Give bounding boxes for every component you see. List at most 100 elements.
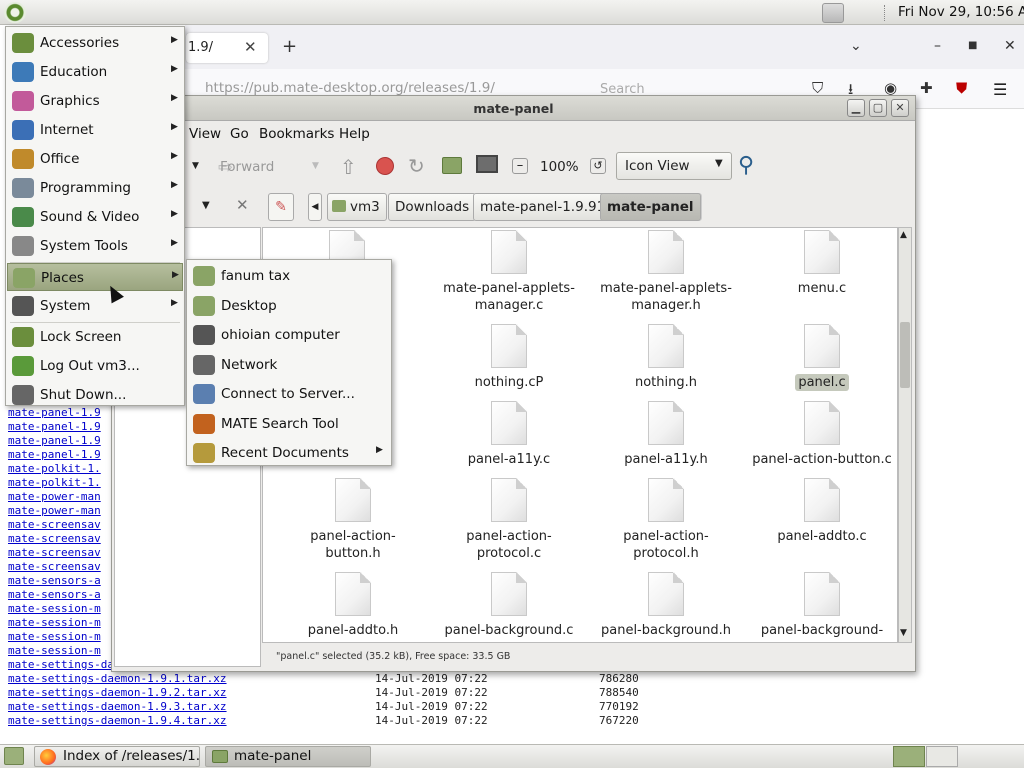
- close-window-icon[interactable]: ✕: [1004, 38, 1016, 54]
- places-icon: [13, 268, 35, 288]
- menu-item-lock[interactable]: Lock Screen: [7, 323, 183, 351]
- places-item-desktop-folder[interactable]: Desktop: [188, 292, 390, 320]
- clock[interactable]: Fri Nov 29, 10:56 AM: [898, 4, 1024, 20]
- file-item[interactable]: panel-background-: [752, 572, 892, 639]
- file-item[interactable]: panel-action-protocol.c: [439, 478, 579, 562]
- url-bar[interactable]: https://pub.mate-desktop.org/releases/1.…: [205, 80, 495, 96]
- menu-item-label: Sound & Video: [40, 209, 140, 225]
- menu-item-internet[interactable]: Internet ▶: [7, 116, 183, 144]
- places-item-folder[interactable]: fanum tax: [188, 262, 390, 290]
- workspace-2[interactable]: [926, 746, 958, 767]
- zoom-level[interactable]: 100%: [540, 159, 579, 175]
- menu-item-system-tools[interactable]: System Tools ▶: [7, 232, 183, 260]
- reload-icon[interactable]: ↻: [408, 154, 425, 178]
- close-button[interactable]: ✕: [891, 99, 909, 117]
- listing-link[interactable]: mate-settings-daemon-1.9.2.tar.xz: [8, 686, 375, 700]
- forward-history-arrow-icon[interactable]: ▼: [312, 161, 319, 171]
- file-name: panel-action-button.h: [310, 529, 396, 561]
- menu-item-shutdown[interactable]: Shut Down...: [7, 381, 183, 409]
- location-toggle-icon[interactable]: ✎: [268, 193, 294, 221]
- close-tab-icon[interactable]: ✕: [244, 38, 257, 56]
- menu-item-graphics[interactable]: Graphics ▶: [7, 87, 183, 115]
- task-caja[interactable]: mate-panel: [205, 746, 371, 767]
- file-item[interactable]: panel-background.h: [596, 572, 736, 639]
- places-item-computer[interactable]: ohioian computer: [188, 321, 390, 349]
- computer-icon[interactable]: [476, 155, 498, 173]
- menu-item-label: System Tools: [40, 238, 128, 254]
- show-desktop-icon[interactable]: [4, 747, 24, 765]
- menu-item-label: System: [40, 298, 91, 314]
- menu-item-sound-video[interactable]: Sound & Video ▶: [7, 203, 183, 231]
- file-name: menu.c: [797, 281, 847, 296]
- listing-link[interactable]: mate-settings-daemon-1.9.1.tar.xz: [8, 672, 375, 686]
- printer-tray-icon[interactable]: [822, 3, 844, 23]
- maximize-icon[interactable]: ■: [968, 40, 977, 51]
- minimize-button[interactable]: ▁: [847, 99, 865, 117]
- search-icon[interactable]: ⚲: [738, 153, 754, 178]
- file-item[interactable]: mate-panel-applets-manager.c: [439, 230, 579, 314]
- menu-item-education[interactable]: Education ▶: [7, 58, 183, 86]
- menu-item-logout[interactable]: Log Out vm3...: [7, 352, 183, 380]
- crumb-vm3[interactable]: vm3: [327, 193, 387, 221]
- task-firefox[interactable]: Index of /releases/1....: [34, 746, 200, 767]
- scroll-down-icon[interactable]: ▼: [900, 628, 907, 638]
- file-item[interactable]: panel-addto.h: [283, 572, 423, 639]
- file-item[interactable]: panel-a11y.c: [439, 401, 579, 468]
- extensions-icon[interactable]: ✚: [920, 79, 933, 97]
- hamburger-menu-icon[interactable]: ☰: [993, 80, 1007, 99]
- close-sidebar-icon[interactable]: ✕: [236, 196, 249, 214]
- zoom-reset-icon[interactable]: ↺: [590, 158, 606, 174]
- file-name: panel.c: [795, 374, 849, 391]
- file-item[interactable]: panel-action-protocol.h: [596, 478, 736, 562]
- maximize-button[interactable]: ▢: [869, 99, 887, 117]
- places-item-connect-server[interactable]: Connect to Server...: [188, 380, 390, 408]
- new-tab-icon[interactable]: +: [282, 36, 297, 57]
- menu-item-office[interactable]: Office ▶: [7, 145, 183, 173]
- menu-item-programming[interactable]: Programming ▶: [7, 174, 183, 202]
- file-item[interactable]: mate-panel-applets-manager.h: [596, 230, 736, 314]
- firefox-tab-title: 1.9/: [188, 40, 214, 55]
- file-item[interactable]: panel.c: [752, 324, 892, 391]
- menu-bookmarks[interactable]: Bookmarks: [259, 126, 334, 142]
- menu-item-places[interactable]: Places ▶: [7, 263, 183, 291]
- file-item[interactable]: panel-a11y.h: [596, 401, 736, 468]
- crumb-downloads[interactable]: Downloads: [388, 193, 477, 221]
- menu-help[interactable]: Help: [339, 126, 370, 142]
- listing-link[interactable]: mate-settings-daemon-1.9.3.tar.xz: [8, 700, 375, 714]
- file-item[interactable]: nothing.cP: [439, 324, 579, 391]
- places-item-recent[interactable]: Recent Documents ▶: [188, 439, 390, 467]
- scroll-up-icon[interactable]: ▲: [900, 230, 907, 240]
- list-tabs-icon[interactable]: ⌄: [850, 38, 862, 54]
- submenu-arrow-icon: ▶: [171, 93, 178, 103]
- scrollbar[interactable]: ▲ ▼: [898, 227, 912, 643]
- menu-view[interactable]: View: [189, 126, 221, 142]
- crumb-mate-panel[interactable]: mate-panel: [600, 193, 701, 221]
- listing-link[interactable]: mate-settings-daemon-1.9.4.tar.xz: [8, 714, 375, 728]
- menu-go[interactable]: Go: [230, 126, 249, 142]
- mate-menu-icon[interactable]: [4, 2, 26, 23]
- file-item[interactable]: nothing.h: [596, 324, 736, 391]
- menu-item-system[interactable]: System ▶: [7, 292, 183, 320]
- back-history-arrow-icon[interactable]: ▼: [192, 161, 199, 171]
- zoom-out-icon[interactable]: –: [512, 158, 528, 174]
- file-item[interactable]: menu.c: [752, 230, 892, 297]
- path-left-arrow-icon[interactable]: ◀: [308, 193, 322, 221]
- file-item[interactable]: panel-action-button.h: [283, 478, 423, 562]
- home-icon[interactable]: [442, 157, 462, 174]
- file-item[interactable]: panel-action-button.c: [752, 401, 892, 468]
- minimize-icon[interactable]: –: [934, 38, 941, 54]
- workspace-1[interactable]: [893, 746, 925, 767]
- places-item-network[interactable]: Network: [188, 351, 390, 379]
- file-item[interactable]: panel-background.c: [439, 572, 579, 639]
- crumb-mate-panel-1-9-91[interactable]: mate-panel-1.9.91: [473, 193, 613, 221]
- file-item[interactable]: panel-addto.c: [752, 478, 892, 545]
- menu-item-accessories[interactable]: Accessories ▶: [7, 29, 183, 57]
- places-item-search-tool[interactable]: MATE Search Tool: [188, 410, 390, 438]
- scroll-thumb[interactable]: [900, 322, 910, 388]
- ublock-icon[interactable]: ⛊: [956, 79, 967, 97]
- sidebar-dropdown-icon[interactable]: ▼: [202, 200, 210, 211]
- view-mode-select[interactable]: Icon View ▼: [616, 152, 732, 180]
- up-icon[interactable]: ⇧: [340, 155, 357, 179]
- stop-icon[interactable]: [376, 157, 394, 175]
- forward-button[interactable]: Forward: [220, 159, 274, 175]
